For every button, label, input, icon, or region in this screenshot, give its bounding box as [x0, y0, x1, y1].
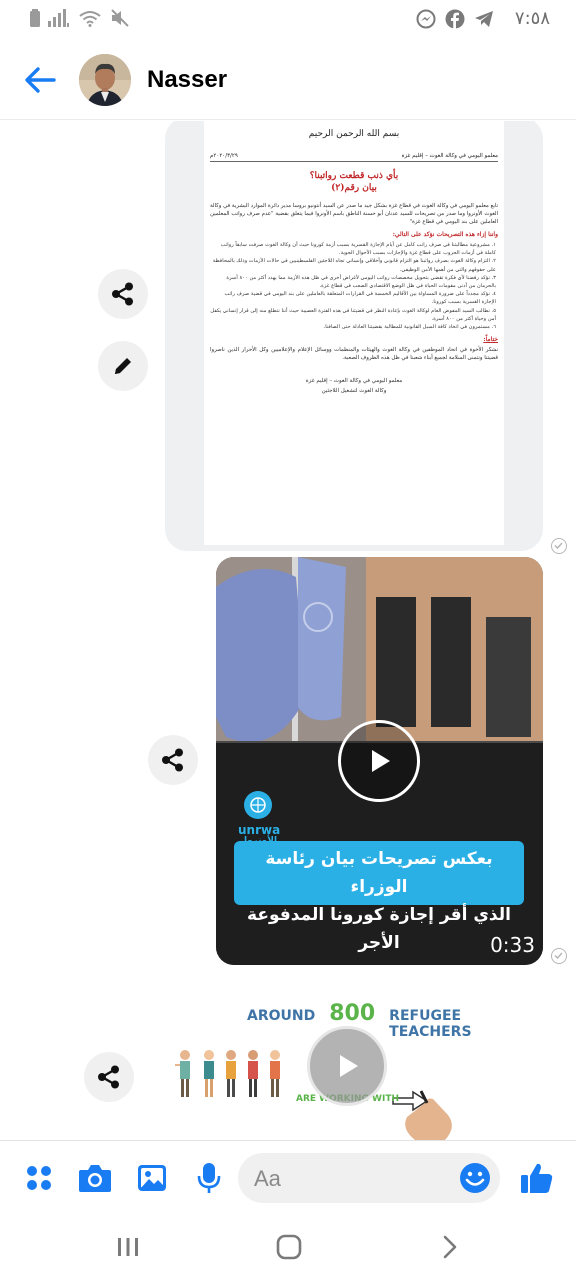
share-icon: [162, 748, 183, 772]
thumbs-up-icon: [521, 1163, 553, 1193]
video-message[interactable]: AROUND 800 REFUGEE TEACHERS ARE WORKING …: [165, 987, 510, 1140]
battery-icon: [30, 9, 40, 27]
avatar-photo: [79, 54, 131, 106]
doc-title: بأي ذنب قطعت رواتبنا؟ بيان رقم(٢): [210, 170, 498, 194]
share-button[interactable]: [84, 1052, 134, 1102]
facebook-icon: [445, 9, 465, 29]
like-button[interactable]: [518, 1159, 556, 1197]
doc-title-line1: بأي ذنب قطعت رواتبنا؟: [309, 171, 399, 181]
video-message[interactable]: unrwa الأونروا بعكس تصريحات بيان رئاسة ا…: [216, 557, 543, 965]
gallery-icon: [138, 1165, 166, 1191]
doc-point: ٣. نؤكد رفضنا لأي فكرة تقضي بتحويل مخصصا…: [226, 274, 496, 290]
document-image-message[interactable]: بسم الله الرحمن الرحيم معلمو اليومي في و…: [165, 121, 543, 551]
pencil-icon: [115, 358, 131, 374]
camera-button[interactable]: [76, 1159, 114, 1197]
doc-signature: معلمو اليومي في وكالة الغوث – إقليم غزة …: [210, 376, 498, 396]
seen-indicator-icon: [551, 948, 567, 964]
microphone-icon: [197, 1163, 221, 1193]
telegram-icon: [474, 10, 493, 27]
caption-line2: الذي أقر إجازة كورونا المدفوعة الأجر: [247, 905, 511, 953]
play-button[interactable]: [307, 1026, 387, 1106]
doc-header-date: ٢٠٢٠/٣/٢٩م: [210, 153, 238, 159]
seen-indicator-icon: [551, 538, 567, 554]
avatar[interactable]: [79, 54, 131, 106]
unrwa-logo-text: unrwa: [238, 823, 281, 837]
video-caption: بعكس تصريحات بيان رئاسة الوزراء الذي أقر…: [234, 841, 524, 953]
apps-icon: [27, 1166, 51, 1190]
edit-button[interactable]: [98, 341, 148, 391]
message-composer: Aa: [0, 1140, 576, 1216]
doc-header-org: معلمو اليومي في وكالة الغوث – إقليم غزة: [401, 153, 498, 159]
document-page: بسم الله الرحمن الرحيم معلمو اليومي في و…: [204, 121, 504, 545]
status-bar: ٧:٥٨: [0, 0, 576, 40]
gallery-button[interactable]: [133, 1159, 171, 1197]
play-button[interactable]: [338, 720, 420, 802]
play-icon: [372, 750, 390, 772]
status-right-icons: ٧:٥٨: [416, 8, 550, 29]
chat-header: Nasser: [0, 40, 576, 120]
arrow-back-icon[interactable]: [22, 62, 58, 98]
signal-icon: [48, 9, 69, 27]
share-icon: [98, 1065, 119, 1089]
emoji-icon[interactable]: [459, 1162, 491, 1194]
camera-icon: [79, 1165, 111, 1192]
contact-name[interactable]: Nasser: [147, 66, 227, 94]
doc-points: ١. مشروعية مطالبتنا في صرف راتب كامل عن …: [210, 241, 498, 331]
wifi-icon: [79, 11, 101, 27]
doc-basmala: بسم الله الرحمن الرحيم: [308, 129, 400, 139]
home-icon[interactable]: [276, 1234, 302, 1260]
doc-point: ٦. مستمرون في اتخاذ كافة السبل القانونية…: [323, 324, 496, 331]
message-list[interactable]: بسم الله الرحمن الرحيم معلمو اليومي في و…: [0, 121, 576, 1140]
doc-sign-line1: معلمو اليومي في وكالة الغوث – إقليم غزة: [305, 378, 403, 385]
share-button[interactable]: [148, 735, 198, 785]
microphone-button[interactable]: [190, 1159, 228, 1197]
play-icon: [340, 1055, 358, 1077]
messenger-chat-screen: ٧:٥٨ Nasser بسم الله الرحمن الرحيم معلمو…: [0, 0, 576, 1280]
share-icon: [112, 282, 133, 306]
message-input[interactable]: Aa: [238, 1153, 500, 1203]
doc-point: ٤. نؤكد مجدداً على ضرورة المساواة بين ال…: [224, 291, 496, 306]
messenger-icon: [416, 9, 436, 28]
video-duration: 0:33: [490, 933, 535, 957]
doc-closing: نشكر الأخوة في اتحاد الموظفين في وكالة ا…: [210, 347, 498, 362]
doc-intro: تابع معلمو اليومي في وكالة الغوث في قطاع…: [210, 203, 498, 225]
apps-button[interactable]: [20, 1159, 58, 1197]
doc-title-line2: بيان رقم(٢): [331, 183, 377, 193]
back-icon[interactable]: [440, 1235, 460, 1259]
doc-header: معلمو اليومي في وكالة الغوث – إقليم غزة …: [210, 153, 498, 162]
doc-sign-line2: وكالة الغوث لتشغيل اللاجئين: [321, 388, 387, 395]
doc-closing-heading: ختاماً:: [483, 336, 498, 344]
caption-line1: بعكس تصريحات بيان رئاسة الوزراء: [265, 849, 493, 897]
recents-icon[interactable]: [116, 1236, 140, 1258]
doc-point: ٥. نطالب السيد المفوض العام لوكالة الغوث…: [210, 307, 496, 322]
system-navigation-bar: [0, 1216, 576, 1280]
share-button[interactable]: [98, 269, 148, 319]
doc-points-heading: واننا إزاء هذه التصريحات نؤكد على التالي…: [392, 231, 498, 238]
doc-point: ٢. التزام وكالة الغوث بصرف رواتبنا هو ال…: [212, 258, 496, 273]
clock: ٧:٥٨: [514, 8, 550, 29]
mute-icon: [111, 9, 129, 27]
status-left-icons: [30, 9, 130, 27]
doc-point: ١. مشروعية مطالبتنا في صرف راتب كامل عن …: [220, 242, 496, 257]
message-placeholder: Aa: [254, 1166, 281, 1191]
